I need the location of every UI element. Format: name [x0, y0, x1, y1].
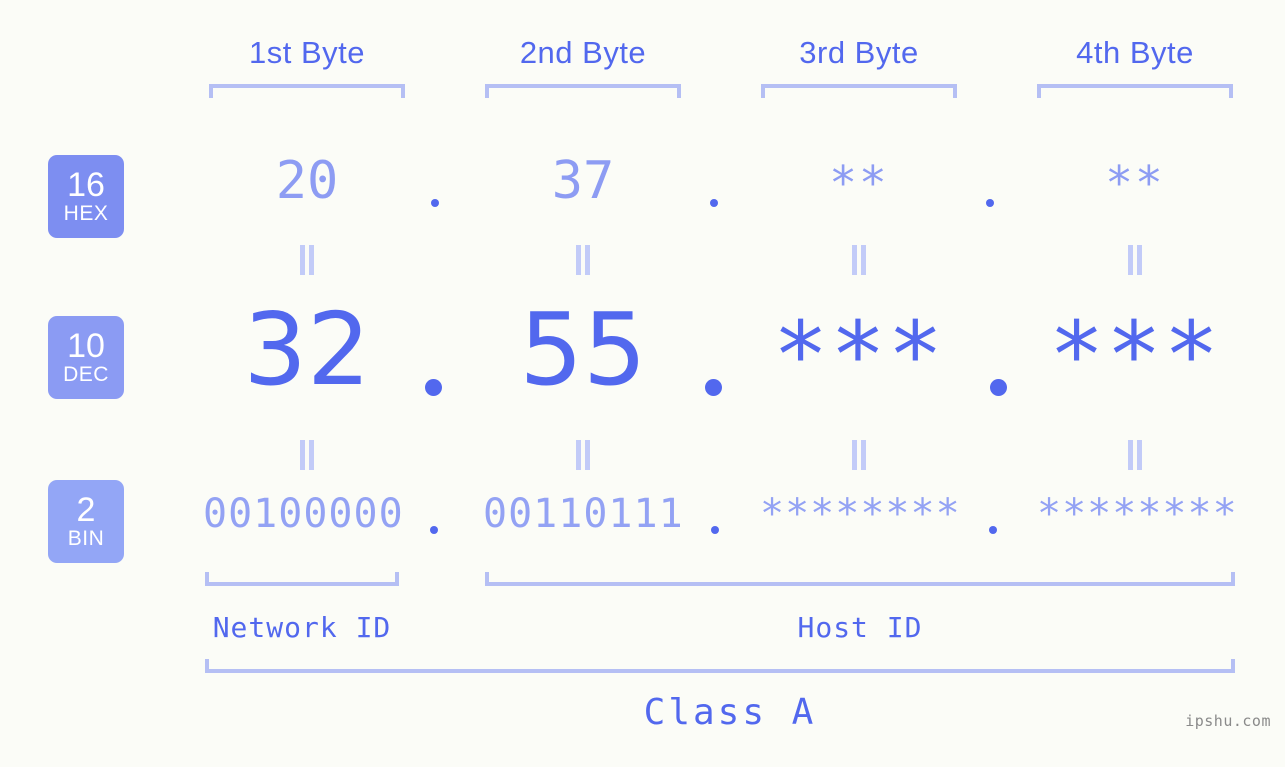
- equals-mark-hex-dec-1: [296, 245, 318, 275]
- byte-header-2-label: 2nd Byte: [519, 35, 647, 70]
- hex-dot-1: [431, 199, 439, 207]
- byte-header-1-label: 1st Byte: [249, 35, 365, 70]
- dec-dot-3: [990, 379, 1007, 396]
- hex-byte-4: **: [1105, 156, 1165, 210]
- ip-address-breakdown-diagram: 1st Byte 2nd Byte 3rd Byte 4th Byte 16 H…: [0, 0, 1285, 767]
- network-id-label: Network ID: [212, 611, 392, 644]
- dec-dot-1: [425, 379, 442, 396]
- site-watermark: ipshu.com: [1185, 712, 1271, 730]
- class-bracket: [205, 659, 1235, 673]
- base-badge-bin-number: 2: [76, 491, 96, 529]
- dec-dot-2: [705, 379, 722, 396]
- byte-bracket-1: [209, 84, 405, 98]
- base-badge-hex-name: HEX: [63, 202, 109, 225]
- byte-header-1: 1st Byte: [209, 33, 405, 73]
- hex-byte-2: 37: [551, 151, 615, 211]
- byte-bracket-2: [485, 84, 681, 98]
- byte-header-3: 3rd Byte: [761, 33, 957, 73]
- bin-byte-4: ********: [1037, 491, 1238, 537]
- bin-dot-2: [711, 526, 719, 534]
- hex-byte-3: **: [829, 156, 889, 210]
- bin-byte-2: 00110111: [483, 491, 684, 537]
- base-badge-dec-number: 10: [67, 327, 105, 365]
- equals-mark-hex-dec-4: [1124, 245, 1146, 275]
- bin-dot-1: [430, 526, 438, 534]
- byte-bracket-3: [761, 84, 957, 98]
- equals-mark-dec-bin-2: [572, 440, 594, 470]
- byte-header-4: 4th Byte: [1037, 33, 1233, 73]
- hex-byte-1: 20: [275, 151, 339, 211]
- equals-mark-hex-dec-3: [848, 245, 870, 275]
- base-badge-hex-number: 16: [67, 166, 105, 204]
- equals-mark-dec-bin-4: [1124, 440, 1146, 470]
- bin-byte-3: ********: [760, 491, 961, 537]
- hex-dot-3: [986, 199, 994, 207]
- byte-bracket-4: [1037, 84, 1233, 98]
- equals-mark-hex-dec-2: [572, 245, 594, 275]
- base-badge-bin: 2 BIN: [48, 480, 124, 563]
- base-badge-dec: 10 DEC: [48, 316, 124, 399]
- network-id-bracket: [205, 572, 399, 586]
- host-id-bracket: [485, 572, 1235, 586]
- byte-header-2: 2nd Byte: [485, 33, 681, 73]
- equals-mark-dec-bin-3: [848, 440, 870, 470]
- host-id-label: Host ID: [797, 611, 923, 644]
- dec-byte-2: 55: [519, 291, 647, 408]
- equals-mark-dec-bin-1: [296, 440, 318, 470]
- base-badge-dec-name: DEC: [63, 363, 109, 386]
- class-label: Class A: [643, 692, 817, 733]
- dec-byte-4: ***: [1048, 302, 1222, 409]
- dec-byte-1: 32: [243, 291, 371, 408]
- dec-byte-3: ***: [772, 302, 946, 409]
- byte-header-3-label: 3rd Byte: [799, 35, 919, 70]
- base-badge-bin-name: BIN: [67, 527, 105, 550]
- bin-dot-3: [989, 526, 997, 534]
- base-badge-hex: 16 HEX: [48, 155, 124, 238]
- hex-dot-2: [710, 199, 718, 207]
- byte-header-4-label: 4th Byte: [1076, 35, 1194, 70]
- bin-byte-1: 00100000: [203, 491, 404, 537]
